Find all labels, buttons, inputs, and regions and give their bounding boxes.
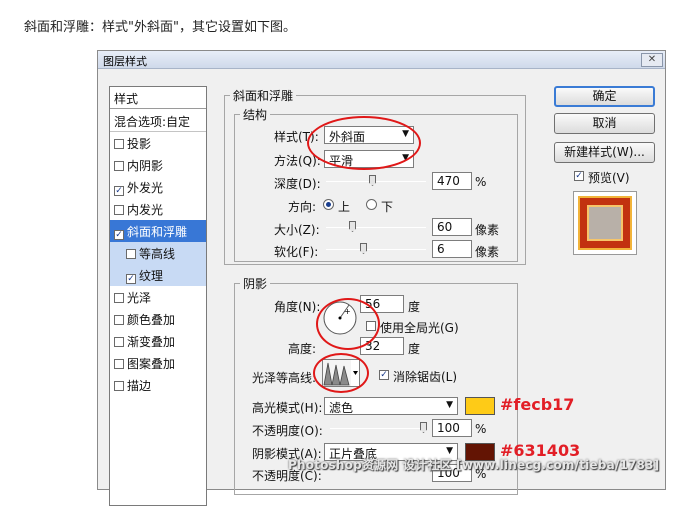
shading-title: 阴影 bbox=[240, 275, 271, 292]
style-list: 样式 混合选项:自定 投影 内阴影 ✓ 外发光 内发光 ✓ 斜面和浮雕 等高线 ✓ 纹理 光泽 颜色叠… bbox=[109, 86, 207, 506]
soften-unit: 像素 bbox=[475, 245, 500, 259]
dialog-title: 图层样式 bbox=[103, 55, 147, 68]
style-item[interactable]: 内发光 bbox=[110, 198, 206, 220]
dialog-titlebar: 图层样式 ✕ bbox=[98, 51, 665, 69]
style-item[interactable]: 投影 bbox=[110, 132, 206, 154]
highlight-mode-label: 高光模式(H): bbox=[252, 401, 323, 415]
style-item[interactable]: 光泽 bbox=[110, 286, 206, 308]
opacity-highlight-slider[interactable] bbox=[330, 428, 426, 429]
new-style-button[interactable]: 新建样式(W)... bbox=[554, 142, 655, 163]
watermark-text: Photoshop资源网 设计社区 [www.linecg.com/tieba/… bbox=[288, 458, 660, 472]
style-item-label: 颜色叠加 bbox=[127, 313, 176, 327]
style-item-checkbox[interactable] bbox=[114, 205, 124, 215]
annotation-oval-contour bbox=[313, 353, 369, 393]
style-item[interactable]: 内阴影 bbox=[110, 154, 206, 176]
style-item-checkbox[interactable] bbox=[114, 337, 124, 347]
antialias-label: 消除锯齿(L) bbox=[393, 370, 458, 384]
opacity-highlight-input[interactable]: 100 bbox=[432, 419, 472, 437]
angle-label: 角度(N): bbox=[274, 300, 321, 314]
style-item-label: 图案叠加 bbox=[127, 357, 176, 371]
soften-label: 软化(F): bbox=[274, 245, 319, 259]
style-item[interactable]: 描边 bbox=[110, 374, 206, 396]
dropdown-arrow-icon: ▼ bbox=[446, 400, 453, 410]
structure-title: 结构 bbox=[240, 106, 271, 123]
style-item-checkbox[interactable] bbox=[126, 249, 136, 259]
preview-thumbnail bbox=[573, 191, 637, 255]
dropdown-arrow-icon: ▼ bbox=[446, 446, 453, 456]
bevel-emboss-title: 斜面和浮雕 bbox=[230, 87, 297, 104]
blend-options-item[interactable]: 混合选项:自定 bbox=[110, 110, 206, 132]
style-item-label: 斜面和浮雕 bbox=[127, 225, 188, 239]
style-item-label: 内阴影 bbox=[127, 159, 164, 173]
highlight-mode-select[interactable]: 滤色 ▼ bbox=[324, 397, 458, 415]
depth-label: 深度(D): bbox=[274, 177, 321, 191]
style-item-label: 纹理 bbox=[139, 269, 164, 283]
style-item-label: 投影 bbox=[127, 137, 152, 151]
style-item-label: 等高线 bbox=[139, 247, 176, 261]
style-item[interactable]: 颜色叠加 bbox=[110, 308, 206, 330]
highlight-mode-value: 滤色 bbox=[329, 401, 354, 415]
opacity-highlight-label: 不透明度(O): bbox=[252, 424, 323, 438]
highlight-hex-annotation: #fecb17 bbox=[500, 395, 575, 414]
opacity-highlight-unit: % bbox=[475, 422, 487, 436]
antialias-checkbox[interactable]: ✓ bbox=[379, 370, 389, 380]
altitude-label: 高度: bbox=[288, 342, 317, 356]
direction-down-radio[interactable] bbox=[366, 199, 377, 210]
ok-button[interactable]: 确定 bbox=[554, 86, 655, 107]
direction-down-label: 下 bbox=[381, 200, 394, 214]
layer-style-dialog: 图层样式 ✕ 样式 混合选项:自定 投影 内阴影 ✓ 外发光 内发光 ✓ 斜面和浮雕 等高线 ✓… bbox=[97, 50, 666, 506]
direction-up-radio[interactable] bbox=[323, 199, 334, 210]
depth-input[interactable]: 470 bbox=[432, 172, 472, 190]
style-item-checkbox[interactable] bbox=[114, 161, 124, 171]
preview-label: 预览(V) bbox=[588, 171, 630, 185]
style-item-label: 内发光 bbox=[127, 203, 164, 217]
style-item-checkbox[interactable]: ✓ bbox=[114, 230, 124, 240]
altitude-unit: 度 bbox=[408, 342, 421, 356]
preview-checkbox[interactable]: ✓ bbox=[574, 171, 584, 181]
soften-input[interactable]: 6 bbox=[432, 240, 472, 258]
style-list-header[interactable]: 样式 bbox=[110, 87, 206, 109]
style-item[interactable]: 渐变叠加 bbox=[110, 330, 206, 352]
style-item-checkbox[interactable] bbox=[114, 359, 124, 369]
style-item-checkbox[interactable] bbox=[114, 315, 124, 325]
style-item-label: 光泽 bbox=[127, 291, 152, 305]
cancel-button[interactable]: 取消 bbox=[554, 113, 655, 134]
size-slider-track[interactable] bbox=[326, 227, 426, 228]
style-item[interactable]: ✓ 外发光 bbox=[110, 176, 206, 198]
size-label: 大小(Z): bbox=[274, 223, 320, 237]
size-input[interactable]: 60 bbox=[432, 218, 472, 236]
style-item-label: 渐变叠加 bbox=[127, 335, 176, 349]
style-item[interactable]: ✓ 纹理 bbox=[110, 264, 206, 286]
gloss-contour-label: 光泽等高线: bbox=[252, 371, 317, 385]
preview-swatch bbox=[580, 198, 630, 248]
direction-label: 方向: bbox=[288, 200, 317, 214]
depth-slider-track[interactable] bbox=[326, 181, 426, 182]
direction-up-label: 上 bbox=[338, 200, 351, 214]
style-item-checkbox[interactable] bbox=[114, 381, 124, 391]
annotation-oval-angle bbox=[316, 298, 380, 350]
style-item-label: 外发光 bbox=[127, 181, 164, 195]
annotation-oval-style bbox=[307, 116, 421, 170]
angle-unit: 度 bbox=[408, 300, 421, 314]
style-item[interactable]: 图案叠加 bbox=[110, 352, 206, 374]
global-light-label: 使用全局光(G) bbox=[380, 321, 459, 335]
style-item-checkbox[interactable]: ✓ bbox=[126, 274, 136, 284]
soften-slider-track[interactable] bbox=[326, 249, 426, 250]
style-item-checkbox[interactable] bbox=[114, 139, 124, 149]
style-item-checkbox[interactable]: ✓ bbox=[114, 186, 124, 196]
close-button[interactable]: ✕ bbox=[641, 53, 663, 67]
page-caption: 斜面和浮雕：样式"外斜面"，其它设置如下图。 bbox=[24, 20, 296, 35]
depth-unit: % bbox=[475, 175, 487, 189]
size-unit: 像素 bbox=[475, 223, 500, 237]
style-item[interactable]: 等高线 bbox=[110, 242, 206, 264]
style-item-checkbox[interactable] bbox=[114, 293, 124, 303]
style-item-label: 描边 bbox=[127, 379, 152, 393]
highlight-color-swatch[interactable] bbox=[465, 397, 495, 415]
style-item[interactable]: ✓ 斜面和浮雕 bbox=[110, 220, 206, 242]
